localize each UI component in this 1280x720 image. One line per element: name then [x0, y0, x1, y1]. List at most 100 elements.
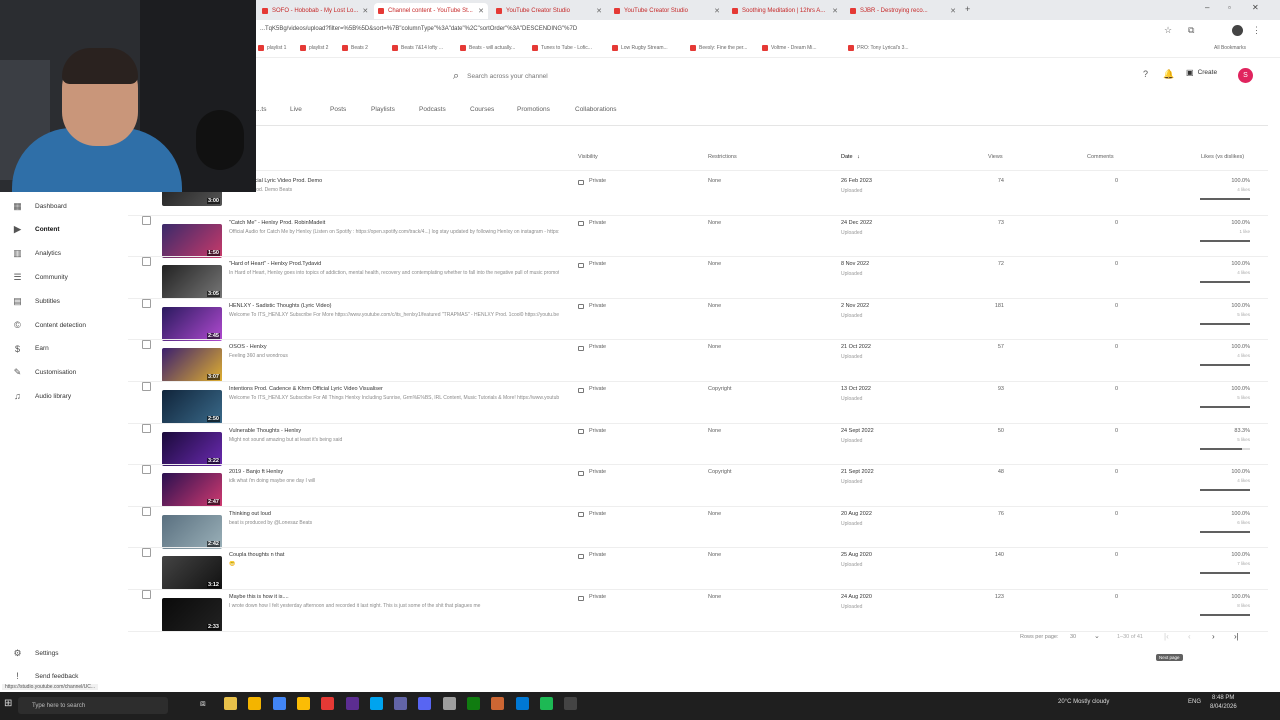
sidebar-item-settings[interactable]: ⚙ Settings	[12, 645, 58, 661]
browser-tab[interactable]: SOFO - Hobobab - My Lost Lo... ✕	[258, 3, 372, 19]
bookmark-item[interactable]: playlist 2	[300, 45, 328, 51]
task-view-icon[interactable]: ⧈	[200, 698, 206, 709]
video-visibility[interactable]: Private	[578, 261, 606, 268]
channel-search[interactable]: ⌕	[445, 65, 825, 87]
taskbar-app-icon[interactable]	[394, 697, 408, 710]
new-tab-button[interactable]: +	[965, 4, 970, 14]
sidebar-item-subtitles[interactable]: ▤ Subtitles	[12, 293, 60, 309]
taskbar-app-icon[interactable]	[272, 697, 286, 710]
tab-courses[interactable]: Courses	[470, 106, 494, 113]
restore-icon[interactable]: ▫	[1228, 3, 1231, 12]
tab-collaborations[interactable]: Collaborations	[575, 106, 617, 113]
video-title[interactable]: Thinking out loud	[229, 511, 559, 517]
bookmark-item[interactable]: PRO: Tony Lyrical's 3...	[848, 45, 909, 51]
url-text[interactable]: ...TqK5Bg/videos/upload?filter=%5B%5D&so…	[260, 26, 577, 32]
sidebar-item-audio-library[interactable]: ♫ Audio library	[12, 388, 71, 404]
bookmark-item[interactable]: Voltme - Dream Mi...	[762, 45, 817, 51]
previous-page-icon[interactable]: ‹	[1188, 632, 1191, 641]
start-icon[interactable]: ⊞	[4, 698, 12, 709]
bookmark-item[interactable]: Beats - will actually...	[460, 45, 515, 51]
close-tab-icon[interactable]: ✕	[474, 7, 484, 15]
browser-tab[interactable]: Soothing Meditation | 12hrs A... ✕	[728, 3, 842, 19]
taskbar-app-icon[interactable]	[491, 697, 505, 710]
video-title[interactable]: 2019 - Banjo ft Henlxy	[229, 469, 559, 475]
taskbar-app-icon[interactable]	[321, 697, 335, 710]
rows-per-page-value[interactable]: 30	[1070, 634, 1076, 640]
sidebar-item-earn[interactable]: $ Earn	[12, 341, 49, 357]
bookmark-item[interactable]: Beats 7&14 lofty ...	[392, 45, 443, 51]
video-title[interactable]: "Catch Me" - Henlxy Prod. RobinMadeit	[229, 220, 559, 226]
sidebar-item-analytics[interactable]: ▥ Analytics	[12, 246, 61, 262]
video-visibility[interactable]: Private	[578, 594, 606, 601]
row-checkbox[interactable]	[142, 340, 151, 350]
taskbar-app-icon[interactable]	[224, 697, 237, 710]
tab-ts[interactable]: ...ts	[256, 106, 266, 113]
col-likes[interactable]: Likes (vs dislikes)	[1201, 154, 1244, 160]
video-thumbnail[interactable]: 2:33	[162, 598, 222, 632]
video-visibility[interactable]: Private	[578, 220, 606, 227]
bookmark-item[interactable]: Beats 2	[342, 45, 368, 51]
help-icon[interactable]: ?	[1143, 69, 1148, 79]
last-page-icon[interactable]: ›|	[1234, 632, 1239, 641]
row-checkbox[interactable]	[142, 506, 151, 516]
close-tab-icon[interactable]: ✕	[592, 7, 602, 15]
browser-tab[interactable]: YouTube Creator Studio ✕	[610, 3, 724, 19]
video-visibility[interactable]: Private	[578, 469, 606, 476]
col-comments[interactable]: Comments	[1087, 154, 1114, 160]
video-thumbnail[interactable]: 3:12	[162, 556, 222, 591]
create-button[interactable]: ▣ Create	[1186, 68, 1217, 77]
tab-podcasts[interactable]: Podcasts	[419, 106, 446, 113]
browser-tab[interactable]: SJBR - Destroying reco... ✕	[846, 3, 960, 19]
bookmark-item[interactable]: Tunes to Tube - Lofic...	[532, 45, 592, 51]
row-checkbox[interactable]	[142, 215, 151, 225]
video-visibility[interactable]: Private	[578, 386, 606, 393]
taskbar-app-icon[interactable]	[539, 697, 553, 710]
rows-per-page-dropdown-icon[interactable]: ⌄	[1094, 632, 1100, 640]
close-tab-icon[interactable]: ✕	[358, 7, 368, 15]
video-title[interactable]: Maybe this is how it is....	[229, 594, 559, 600]
language[interactable]: ENG	[1188, 699, 1201, 705]
sidebar-item-content-detection[interactable]: © Content detection	[12, 317, 86, 333]
taskbar-app-icon[interactable]	[442, 697, 456, 710]
row-checkbox[interactable]	[142, 257, 151, 267]
sidebar-item-dashboard[interactable]: ▦ Dashboard	[12, 198, 67, 214]
sidebar-item-feedback[interactable]: ! Send feedback	[12, 668, 78, 684]
video-thumbnail[interactable]: 2:50	[162, 390, 222, 424]
taskbar-app-icon[interactable]	[467, 697, 480, 710]
video-visibility[interactable]: Private	[578, 303, 606, 310]
video-title[interactable]: OSOS - Henlxy	[229, 344, 559, 350]
bookmark-item[interactable]: Beesly: Fine the per...	[690, 45, 747, 51]
taskbar-app-icon[interactable]	[345, 697, 359, 710]
col-restrictions[interactable]: Restrictions	[708, 154, 737, 160]
bookmark-item[interactable]: playlist 1	[258, 45, 286, 51]
tab-live[interactable]: Live	[290, 106, 302, 113]
tab-posts[interactable]: Posts	[330, 106, 346, 113]
taskbar-app-icon[interactable]	[418, 697, 432, 710]
browser-menu-icon[interactable]: ⋮	[1252, 25, 1261, 36]
row-checkbox[interactable]	[142, 590, 151, 599]
row-checkbox[interactable]	[142, 298, 151, 308]
avatar[interactable]: S	[1238, 68, 1253, 83]
browser-tab[interactable]: YouTube Creator Studio ✕	[492, 3, 606, 19]
close-tab-icon[interactable]: ✕	[946, 7, 956, 15]
video-title[interactable]: Coupla thoughts n that	[229, 552, 559, 558]
first-page-icon[interactable]: |‹	[1164, 632, 1169, 641]
video-thumbnail[interactable]: 1:50	[162, 223, 222, 258]
sidebar-item-content[interactable]: ▶ Content	[12, 222, 60, 238]
video-title[interactable]: Vulnerable Thoughts - Henlxy	[229, 428, 559, 434]
video-visibility[interactable]: Private	[578, 344, 606, 351]
extensions-icon[interactable]: ⧉	[1188, 25, 1194, 36]
row-checkbox[interactable]	[142, 548, 151, 558]
video-thumbnail[interactable]: 3:05	[162, 265, 222, 300]
taskbar-app-icon[interactable]	[564, 697, 578, 710]
video-thumbnail[interactable]: 3:07	[162, 348, 222, 383]
search-input[interactable]	[467, 72, 768, 80]
sidebar-item-customisation[interactable]: ✎ Customisation	[12, 365, 76, 381]
video-title[interactable]: "Hard of Heart" - Henlxy Prod.Tydavid	[229, 261, 559, 267]
video-title[interactable]: HENLXY - Sadistic Thoughts (Lyric Video)	[229, 303, 559, 309]
video-thumbnail[interactable]: 2:45	[162, 306, 222, 341]
taskbar-app-icon[interactable]	[369, 697, 383, 710]
col-visibility[interactable]: Visibility	[578, 154, 598, 160]
video-thumbnail[interactable]: 2:42	[162, 514, 222, 549]
browser-tab[interactable]: Channel content - YouTube St... ✕	[374, 3, 488, 19]
